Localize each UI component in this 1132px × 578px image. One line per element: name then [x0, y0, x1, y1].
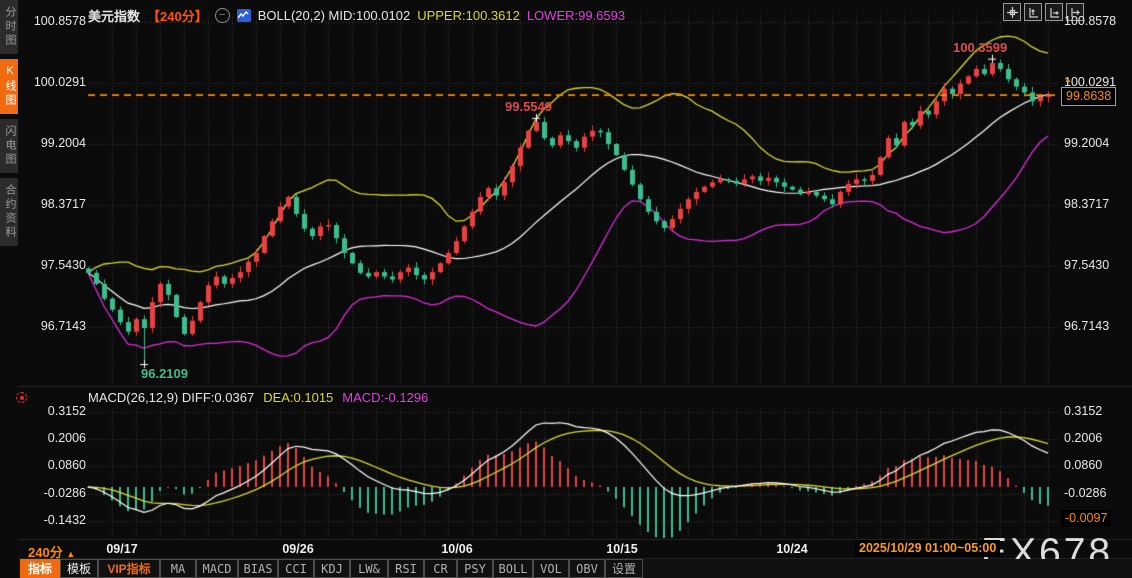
psy-button[interactable]: PSY: [457, 559, 493, 578]
indicator-toolbar: 指标 模板 VIP指标 MA MACD BIAS CCI KDJ LW& RSI CR PSY BOLL…: [18, 559, 1132, 578]
boll-lower-legend: LOWER:99.6593: [526, 7, 626, 23]
axis-label: 0.3152: [1064, 404, 1103, 418]
vol-button[interactable]: VOL: [533, 559, 569, 578]
mini-chart-icon[interactable]: [236, 8, 251, 22]
macd-dea-legend: DEA:0.1015: [263, 390, 334, 405]
settings-button[interactable]: 设置: [605, 559, 643, 578]
obv-button[interactable]: OBV: [569, 559, 605, 578]
collapse-icon[interactable]: −: [214, 7, 230, 23]
indicator-button[interactable]: 指标: [20, 559, 60, 578]
extreme-price-annotation-low: 96.2109: [141, 366, 188, 381]
boll-legend: BOLL(20,2) MID:100.0102: [257, 7, 411, 23]
current-price-box: 99.8638: [1061, 87, 1117, 106]
lwr-button[interactable]: LW&: [350, 559, 388, 578]
axis-label: 97.5430: [40, 258, 86, 272]
axis-label: 99.2004: [1064, 136, 1110, 150]
title-bar: 美元指数 【240分】 − BOLL(20,2) MID:100.0102 UP…: [88, 6, 625, 24]
vip-indicator-button[interactable]: VIP指标: [98, 559, 160, 578]
rsi-button[interactable]: RSI: [388, 559, 424, 578]
current-macd-box: -0.0097: [1061, 510, 1112, 527]
bias-button[interactable]: BIAS: [238, 559, 278, 578]
date-label: 10/06: [441, 542, 473, 556]
kdj-button[interactable]: KDJ: [314, 559, 350, 578]
chart-canvas[interactable]: [0, 0, 1132, 578]
axis-label: 100.8578: [1064, 14, 1117, 28]
alert-icon[interactable]: [16, 392, 27, 403]
axis-label: 0.2006: [1064, 431, 1103, 445]
cr-button[interactable]: CR: [424, 559, 457, 578]
sidebar: 分时图 K线图闪电图合约资料: [0, 0, 18, 578]
axis-label: -0.1432: [43, 513, 86, 527]
axis-zoom-horizontal-icon[interactable]: [1045, 3, 1063, 21]
axis-label: -0.0286: [1064, 486, 1107, 500]
chart-app: 分时图 K线图闪电图合约资料 美元指数 【240分】 − BOLL(20,2) M…: [0, 0, 1132, 578]
symbol-title: 美元指数: [88, 8, 141, 24]
date-label: 10/15: [606, 542, 638, 556]
axis-label: 99.2004: [40, 136, 86, 150]
axis-label: -0.0286: [43, 486, 86, 500]
axis-label: 0.2006: [47, 431, 86, 445]
axis-label: 100.8578: [33, 14, 86, 28]
axis-label: 100.0291: [33, 75, 86, 89]
date-label: 09/26: [282, 542, 314, 556]
template-button[interactable]: 模板: [60, 559, 98, 578]
extreme-price-annotation-high: 100.3599: [953, 40, 1008, 55]
axis-label: 0.0860: [47, 458, 86, 472]
axis-label: 98.3717: [1064, 197, 1110, 211]
macd-diff-legend: MACD(26,12,9) DIFF:0.0367: [88, 390, 255, 405]
axis-label: 98.3717: [40, 197, 86, 211]
cci-button[interactable]: CCI: [278, 559, 314, 578]
tab-lightning-chart[interactable]: 闪电图: [0, 119, 18, 173]
macd-button[interactable]: MACD: [196, 559, 238, 578]
price-up-arrow-icon: ▲: [1064, 75, 1072, 84]
axis-label: 0.0860: [1064, 458, 1103, 472]
timeframe-arrow-icon: ▲: [66, 549, 76, 559]
axis-label: 96.7143: [1064, 319, 1110, 333]
boll-upper-legend: UPPER:100.3612: [417, 7, 520, 23]
period-label: 【240分】: [147, 8, 208, 24]
date-label: 09/17: [106, 542, 138, 556]
tab-time-chart[interactable]: 分时图: [0, 0, 18, 54]
date-label: 10/24: [776, 542, 808, 556]
boll-button[interactable]: BOLL: [493, 559, 533, 578]
axis-zoom-vertical-icon[interactable]: [1024, 3, 1042, 21]
axis-label: 97.5430: [1064, 258, 1110, 272]
macd-hist-legend: MACD:-0.1296: [342, 390, 429, 405]
tab-contract-info[interactable]: 合约资料: [0, 178, 18, 246]
axis-label: 96.7143: [40, 319, 86, 333]
axis-label: 0.3152: [47, 404, 86, 418]
ma-button[interactable]: MA: [160, 559, 196, 578]
tab-kline-chart[interactable]: K线图: [0, 59, 18, 114]
crosshair-icon[interactable]: [1003, 3, 1021, 21]
extreme-price-annotation-mid_high: 99.5549: [505, 99, 552, 114]
macd-legend: MACD(26,12,9) DIFF:0.0367 DEA:0.1015 MAC…: [88, 390, 428, 405]
bar-time-range-label: 2025/10/29 01:00~05:00: [855, 540, 1001, 557]
